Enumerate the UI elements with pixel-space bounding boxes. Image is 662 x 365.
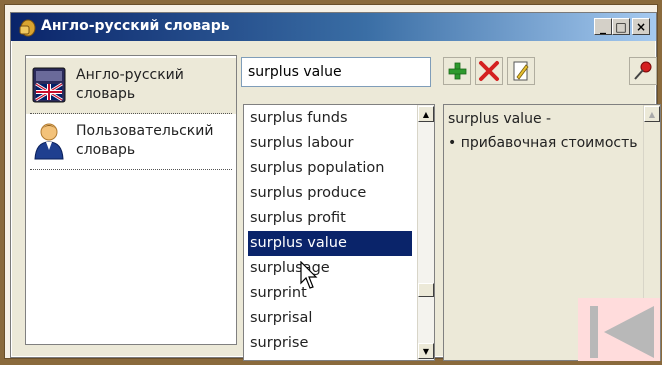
- list-item-selected[interactable]: surplus value: [248, 231, 412, 256]
- list-item[interactable]: surplus produce: [248, 181, 412, 206]
- list-item[interactable]: surprisal: [248, 306, 412, 331]
- scroll-down-button[interactable]: ▼: [418, 343, 434, 359]
- list-item[interactable]: surprint: [248, 281, 412, 306]
- dictionary-window: Англо-русский словарь _ □ × Англо-русски…: [10, 12, 661, 361]
- dictionary-item-english-russian[interactable]: Англо-русский словарь: [26, 58, 236, 114]
- pin-icon: [634, 61, 652, 80]
- pin-button[interactable]: [629, 57, 657, 85]
- scroll-up-button[interactable]: ▲: [644, 106, 660, 122]
- list-item[interactable]: surplusage: [248, 256, 412, 281]
- uk-flag-book-icon: [32, 67, 66, 103]
- scroll-thumb[interactable]: [418, 283, 434, 297]
- word-list[interactable]: surplus funds surplus labour surplus pop…: [243, 104, 435, 361]
- list-item[interactable]: surplus population: [248, 156, 412, 181]
- word-list-scrollbar[interactable]: ▲ ▼: [417, 105, 434, 360]
- translation-meaning: • прибавочная стоимость: [448, 135, 638, 151]
- list-item[interactable]: surplus funds: [248, 106, 412, 131]
- maximize-button[interactable]: □: [612, 18, 630, 35]
- list-item[interactable]: surprise: [248, 331, 412, 356]
- edit-icon: [513, 61, 529, 81]
- dictionary-list: Англо-русский словарь Пользовательский с…: [25, 55, 237, 345]
- dictionary-label: Англо-русский словарь: [76, 67, 184, 102]
- add-word-button[interactable]: [443, 57, 471, 85]
- translation-headword: surplus value -: [448, 111, 552, 127]
- minimize-button[interactable]: _: [594, 18, 612, 35]
- user-icon: [34, 123, 64, 160]
- back-to-start-button[interactable]: [578, 298, 660, 361]
- close-button[interactable]: ×: [632, 18, 650, 35]
- dictionary-item-user[interactable]: Пользовательский словарь: [26, 114, 236, 170]
- title-bar[interactable]: Англо-русский словарь _ □ ×: [11, 13, 656, 41]
- delete-x-icon: [479, 61, 499, 81]
- back-to-start-icon: [590, 306, 654, 358]
- app-icon: [19, 19, 36, 37]
- mouse-cursor-icon: [300, 261, 318, 289]
- divider: [30, 169, 232, 170]
- dictionary-label: Пользовательский словарь: [76, 123, 214, 158]
- search-input[interactable]: [241, 57, 431, 87]
- scroll-up-button[interactable]: ▲: [418, 106, 434, 122]
- window-title: Англо-русский словарь: [41, 18, 230, 34]
- list-item[interactable]: surplus profit: [248, 206, 412, 231]
- delete-word-button[interactable]: [475, 57, 503, 85]
- list-item[interactable]: surplus labour: [248, 131, 412, 156]
- edit-word-button[interactable]: [507, 57, 535, 85]
- plus-icon: [448, 62, 467, 80]
